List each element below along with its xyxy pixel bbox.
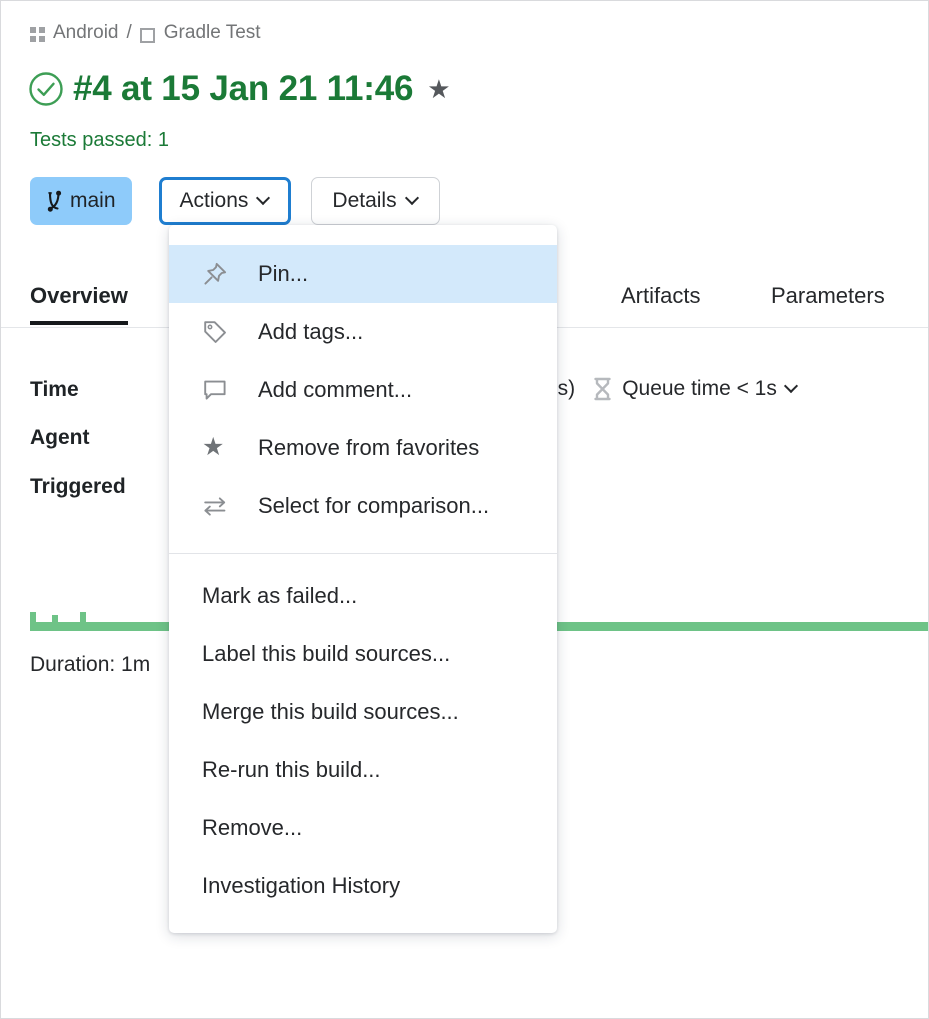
- chevron-down-icon[interactable]: [786, 381, 798, 393]
- menu-item-mark-as-failed[interactable]: Mark as failed...: [169, 567, 557, 625]
- breadcrumb-project[interactable]: Android: [53, 21, 119, 45]
- star-filled-icon[interactable]: ★: [427, 76, 450, 102]
- star-icon: ★: [202, 436, 236, 461]
- menu-item-add-tags[interactable]: Add tags...: [169, 303, 557, 361]
- overview-label-time: Time: [30, 378, 79, 402]
- chevron-down-icon: [407, 193, 419, 205]
- menu-separator: [169, 553, 557, 554]
- menu-item-label: Label this build sources...: [202, 641, 450, 667]
- timeline-tick: [80, 612, 86, 631]
- chevron-down-icon: [258, 193, 270, 205]
- toolbar: main Actions Details: [30, 177, 460, 225]
- menu-item-label: Mark as failed...: [202, 583, 357, 609]
- hourglass-icon: [591, 376, 614, 402]
- menu-item-merge-build-sources[interactable]: Merge this build sources...: [169, 683, 557, 741]
- branch-badge[interactable]: main: [30, 177, 132, 225]
- overview-label-triggered: Triggered: [30, 475, 126, 499]
- menu-item-label: Investigation History: [202, 873, 400, 899]
- menu-item-label: Pin...: [258, 261, 308, 287]
- menu-item-label: Merge this build sources...: [202, 699, 459, 725]
- tab-overview[interactable]: Overview: [30, 283, 128, 309]
- status-badge: Tests passed: 1: [30, 129, 169, 152]
- menu-item-label: Select for comparison...: [258, 493, 489, 519]
- pin-icon: [202, 261, 236, 287]
- comment-icon: [202, 377, 236, 403]
- branch-label: main: [70, 189, 116, 213]
- timeline-tick: [52, 615, 58, 631]
- queue-time-label: Queue time < 1s: [622, 377, 777, 401]
- check-circle-icon: [27, 70, 65, 108]
- square-outline-icon: [140, 28, 155, 43]
- duration-label: Duration: 1m: [30, 653, 150, 677]
- overview-label-agent: Agent: [30, 426, 90, 450]
- actions-button-label: Actions: [180, 189, 249, 213]
- tag-icon: [202, 319, 236, 345]
- breadcrumb-config[interactable]: Gradle Test: [164, 21, 261, 45]
- tab-parameters[interactable]: Parameters: [771, 283, 885, 309]
- timeline-tick: [30, 612, 36, 631]
- menu-item-label: Add tags...: [258, 319, 363, 345]
- menu-item-add-comment[interactable]: Add comment...: [169, 361, 557, 419]
- menu-item-label: Remove from favorites: [258, 435, 479, 461]
- page-title: #4 at 15 Jan 21 11:46: [73, 69, 413, 109]
- page-title-row: #4 at 15 Jan 21 11:46 ★: [27, 69, 451, 109]
- menu-item-remove-from-favorites[interactable]: ★ Remove from favorites: [169, 419, 557, 477]
- menu-item-label-build-sources[interactable]: Label this build sources...: [169, 625, 557, 683]
- build-detail-page: Android / Gradle Test #4 at 15 Jan 21 11…: [0, 0, 929, 1019]
- branch-icon: [42, 187, 68, 215]
- menu-item-re-run-build[interactable]: Re-run this build...: [169, 741, 557, 799]
- menu-item-select-for-comparison[interactable]: Select for comparison...: [169, 477, 557, 535]
- menu-item-investigation-history[interactable]: Investigation History: [169, 857, 557, 915]
- menu-item-remove[interactable]: Remove...: [169, 799, 557, 857]
- tab-artifacts[interactable]: Artifacts: [621, 283, 700, 309]
- details-button-label: Details: [332, 189, 396, 213]
- overview-time-value: 2s) Queue time < 1s: [546, 376, 798, 402]
- grid-icon: [30, 27, 45, 42]
- actions-dropdown-menu: Pin... Add tags... Add comment... ★ Remo…: [169, 225, 557, 933]
- compare-icon: [202, 493, 236, 519]
- menu-item-label: Remove...: [202, 815, 302, 841]
- details-button[interactable]: Details: [311, 177, 439, 225]
- breadcrumb-separator: /: [127, 21, 132, 45]
- menu-item-label: Re-run this build...: [202, 757, 381, 783]
- actions-button[interactable]: Actions: [159, 177, 292, 225]
- breadcrumb: Android / Gradle Test: [30, 21, 261, 45]
- menu-item-pin[interactable]: Pin...: [169, 245, 557, 303]
- menu-item-label: Add comment...: [258, 377, 412, 403]
